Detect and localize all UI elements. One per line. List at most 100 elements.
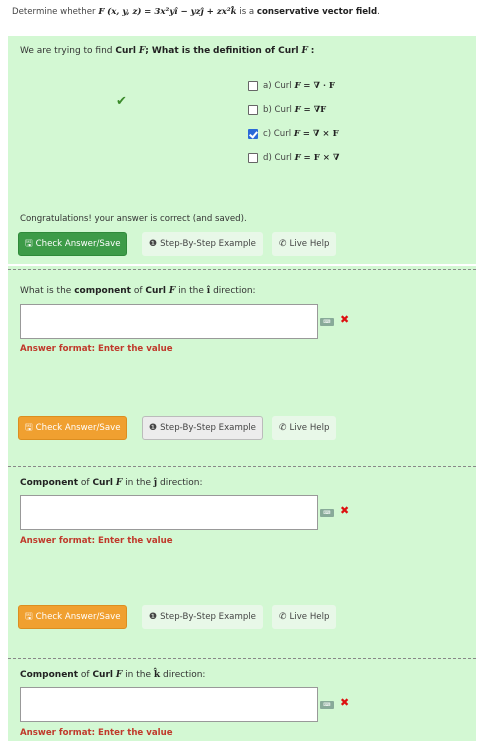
q2-unit: î <box>206 286 211 296</box>
q4-vec: F <box>115 670 123 680</box>
q3-unit: ĵ <box>153 478 158 488</box>
option-c-vec: F <box>293 129 301 139</box>
q4-emphasis: Component <box>20 670 79 680</box>
option-a[interactable]: a) Curl F = ∇ · F <box>248 74 339 98</box>
option-c-label: c) Curl <box>263 129 292 139</box>
correct-check-icon: ✔ <box>116 94 127 109</box>
live-help-label: Live Help <box>289 239 330 249</box>
q4-unit: k̂ <box>153 670 161 680</box>
k-component-input[interactable] <box>20 687 318 722</box>
step-by-step-button[interactable]: ❶ Step-By-Step Example <box>142 416 263 440</box>
phone-icon: ✆ <box>279 239 287 249</box>
option-b-label: b) Curl <box>263 105 292 115</box>
option-c-formula: = ∇ × F <box>302 129 339 139</box>
option-b[interactable]: b) Curl F = ∇F <box>248 98 339 122</box>
option-d-vec: F <box>294 153 301 163</box>
vector-f: F <box>98 7 105 17</box>
i-component-input[interactable] <box>20 304 318 339</box>
q1-lead: We are trying to find <box>20 46 113 56</box>
save-icon: 🖫 <box>25 239 33 249</box>
q2-mid: of <box>133 286 143 296</box>
q3-emphasis: Component <box>20 478 79 488</box>
check-answer-button[interactable]: 🖫 Check Answer/Save <box>18 232 128 256</box>
option-d-checkbox[interactable] <box>248 153 258 163</box>
option-a-checkbox[interactable] <box>248 81 258 91</box>
q2-tail-b: direction: <box>213 286 256 296</box>
curl-definition-panel: We are trying to find Curl F ; What is th… <box>8 36 476 264</box>
step-by-step-button[interactable]: ❶ Step-By-Step Example <box>142 605 263 629</box>
q4-tail-b: direction: <box>162 670 206 680</box>
live-help-button[interactable]: ✆ Live Help <box>272 232 337 256</box>
problem-emphasis: conservative vector field <box>256 7 378 17</box>
live-help-label: Live Help <box>289 612 330 622</box>
step-by-step-label: Step-By-Step Example <box>160 612 256 622</box>
keyboard-icon[interactable]: ⌨ <box>320 318 334 326</box>
step-by-step-button[interactable]: ❶ Step-By-Step Example <box>142 232 263 256</box>
vector-args: (x, y, z) <box>107 7 142 17</box>
option-b-vec: F <box>294 105 301 115</box>
incorrect-x-icon: ✖ <box>340 696 350 709</box>
q2-vec: F <box>168 286 176 296</box>
keyboard-icon[interactable]: ⌨ <box>320 509 334 517</box>
check-answer-label: Check Answer/Save <box>35 612 121 622</box>
q1-tail: : <box>310 46 315 56</box>
j-component-input[interactable] <box>20 495 318 530</box>
q1-emphasis: definition of Curl <box>213 46 299 56</box>
check-answer-button[interactable]: 🖫 Check Answer/Save <box>18 605 128 629</box>
q4-question: Component of Curl F in the k̂ direction: <box>20 670 205 680</box>
option-a-vec: F <box>294 81 301 91</box>
option-c-checkbox[interactable] <box>248 129 258 139</box>
option-b-formula: = ∇F <box>303 105 327 115</box>
info-icon: ❶ <box>149 239 158 249</box>
option-c[interactable]: c) Curl F = ∇ × F <box>248 122 339 146</box>
k-component-panel: Component of Curl F in the k̂ direction:… <box>8 654 476 741</box>
answer-format: Answer format: Enter the value <box>20 728 173 738</box>
q3-question: Component of Curl F in the ĵ direction: <box>20 478 202 488</box>
answer-format: Answer format: Enter the value <box>20 536 173 546</box>
q3-mid: of <box>80 478 90 488</box>
q4-tail-a: in the <box>125 670 151 680</box>
q2-question: What is the component of Curl F in the î… <box>20 286 256 296</box>
incorrect-x-icon: ✖ <box>340 313 350 326</box>
phone-icon: ✆ <box>279 612 287 622</box>
i-component-panel: What is the component of Curl F in the î… <box>8 266 476 462</box>
divider <box>8 466 476 467</box>
incorrect-x-icon: ✖ <box>340 504 350 517</box>
step-by-step-label: Step-By-Step Example <box>160 239 256 249</box>
q4-mid: of <box>80 670 90 680</box>
q2-curl: Curl <box>145 286 166 296</box>
q1-vec-2: F <box>301 46 308 56</box>
q2-tail-a: in the <box>178 286 204 296</box>
live-help-label: Live Help <box>289 423 330 433</box>
vector-equation: = 3x²yî − yzĵ + zx²k̂ <box>144 7 237 17</box>
q3-tail-b: direction: <box>160 478 203 488</box>
problem-suffix: . <box>377 7 380 17</box>
q3-tail-a: in the <box>125 478 151 488</box>
success-message: Congratulations! your answer is correct … <box>20 214 247 224</box>
q3-vec: F <box>115 478 123 488</box>
keyboard-icon[interactable]: ⌨ <box>320 701 334 709</box>
phone-icon: ✆ <box>279 423 287 433</box>
option-a-label: a) Curl <box>263 81 292 91</box>
live-help-button[interactable]: ✆ Live Help <box>272 605 337 629</box>
q2-lead: What is the <box>20 286 72 296</box>
check-answer-label: Check Answer/Save <box>35 423 121 433</box>
info-icon: ❶ <box>149 612 158 622</box>
problem-prefix: Determine whether <box>12 7 96 17</box>
option-b-checkbox[interactable] <box>248 105 258 115</box>
option-a-formula: = ∇ · F <box>303 81 336 91</box>
info-icon: ❶ <box>149 423 158 433</box>
q3-curl: Curl <box>92 478 113 488</box>
check-answer-label: Check Answer/Save <box>35 239 121 249</box>
q1-mid: ; What is the <box>145 46 211 56</box>
check-answer-button[interactable]: 🖫 Check Answer/Save <box>18 416 128 440</box>
j-component-panel: Component of Curl F in the ĵ direction: … <box>8 462 476 654</box>
option-d[interactable]: d) Curl F = F × ∇ <box>248 146 339 170</box>
q1-curl: Curl <box>115 46 136 56</box>
curl-options: a) Curl F = ∇ · F b) Curl F = ∇F c) Curl… <box>248 74 339 170</box>
divider <box>8 269 476 270</box>
live-help-button[interactable]: ✆ Live Help <box>272 416 337 440</box>
step-by-step-label: Step-By-Step Example <box>160 423 256 433</box>
answer-format: Answer format: Enter the value <box>20 344 173 354</box>
q4-curl: Curl <box>92 670 113 680</box>
